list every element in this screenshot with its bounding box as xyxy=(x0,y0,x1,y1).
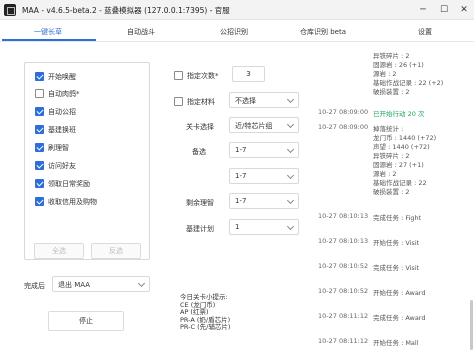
alternate-value: 1-7 xyxy=(235,146,247,154)
remaining-sanity-select[interactable]: 1-7 xyxy=(229,193,299,209)
log-time: 10-27 08:10:13 xyxy=(318,212,369,220)
log-message: 开始任务 : Award xyxy=(373,289,426,297)
stage-tips: 今日关卡小提示: CE (龙门币) AP (红票) PR-A (奶/盾芯片) P… xyxy=(180,293,231,332)
log-time: 10-27 08:11:12 xyxy=(318,312,369,320)
checkbox-unchecked-icon[interactable] xyxy=(35,89,44,98)
log-time: 10-27 08:10:52 xyxy=(318,262,369,270)
task-label: 自动肉鸽* xyxy=(48,90,80,98)
chevron-down-icon xyxy=(286,171,295,180)
remaining-sanity-label: 剩余理智 xyxy=(186,199,214,207)
chevron-down-icon xyxy=(286,120,295,129)
tab-one-click[interactable]: 一键长草 xyxy=(34,27,62,37)
log-time: 10-27 08:10:13 xyxy=(318,237,369,245)
task-list-panel: 开始唤醒 自动肉鸽* 自动公招 基建换班 刷理智 访问好友 领取日常奖励 收取信… xyxy=(24,62,150,260)
tab-auto-battle[interactable]: 自动战斗 xyxy=(127,27,155,37)
stop-button[interactable]: 停止 xyxy=(48,311,124,331)
completion-label: 完成后 xyxy=(24,282,45,290)
tip-line: PR-C (先/辅芯片) xyxy=(180,323,231,331)
invert-selection-button[interactable]: 反选 xyxy=(91,243,141,259)
chevron-down-icon xyxy=(286,196,295,205)
window-title: MAA - v4.6.5-beta.2 - 蓝叠模拟器 (127.0.0.1:7… xyxy=(22,6,230,15)
log-stat: 破损装置 : 2 xyxy=(373,188,410,196)
chevron-down-icon xyxy=(286,145,295,154)
log-message: 开始任务 : Visit xyxy=(373,239,420,247)
material-select[interactable]: 不选择 xyxy=(229,92,299,108)
active-tab-indicator xyxy=(2,39,96,41)
checkbox-checked-icon[interactable] xyxy=(35,107,44,116)
tab-depot[interactable]: 仓库识别 beta xyxy=(300,27,346,37)
select-all-button[interactable]: 全选 xyxy=(34,243,84,259)
chevron-down-icon xyxy=(137,279,146,288)
log-time: 10-27 08:11:12 xyxy=(318,337,369,345)
chevron-down-icon xyxy=(286,95,295,104)
app-logo-icon xyxy=(4,4,16,16)
base-plan-label: 基建计划 xyxy=(186,225,214,233)
log-stat: 破损装置 : 2 xyxy=(373,88,410,96)
main-tabs: 一键长草 自动战斗 公招识别 仓库识别 beta 设置 xyxy=(0,22,474,42)
log-message: 已开始行动 20 次 xyxy=(373,110,425,118)
stage-label: 关卡选择 xyxy=(186,123,214,131)
log-time: 10-27 08:09:00 xyxy=(318,108,369,116)
specify-material-label: 指定材料 xyxy=(187,98,215,106)
maximize-button[interactable]: ☐ xyxy=(436,3,452,17)
checkbox-checked-icon[interactable] xyxy=(35,125,44,134)
log-time: 10-27 08:10:52 xyxy=(318,287,369,295)
stage-select[interactable]: 近/特芯片组 xyxy=(229,117,299,133)
completion-select[interactable]: 退出 MAA xyxy=(52,276,150,292)
log-message: 完成任务 : Visit xyxy=(373,264,420,272)
tab-recruit[interactable]: 公招识别 xyxy=(220,27,248,37)
completion-value: 退出 MAA xyxy=(58,281,91,289)
specify-count-label: 指定次数* xyxy=(187,72,219,80)
task-label: 刷理智 xyxy=(48,144,69,152)
log-time: 10-27 08:09:00 xyxy=(318,123,369,131)
checkbox-checked-icon[interactable] xyxy=(35,161,44,170)
checkbox-checked-icon[interactable] xyxy=(35,72,44,81)
task-label: 领取日常奖励 xyxy=(48,180,90,188)
task-label: 自动公招 xyxy=(48,108,76,116)
tab-settings[interactable]: 设置 xyxy=(418,27,432,37)
base-plan-value: 1 xyxy=(235,223,240,231)
checkbox-checked-icon[interactable] xyxy=(35,143,44,152)
log-message: 开始任务 : Mall xyxy=(373,339,419,347)
alternate-label: 备选 xyxy=(192,148,206,156)
log-scrollbar[interactable] xyxy=(470,300,473,350)
checkbox-checked-icon[interactable] xyxy=(35,197,44,206)
base-plan-select[interactable]: 1 xyxy=(229,219,299,235)
task-label: 基建换班 xyxy=(48,126,76,134)
checkbox-checked-icon[interactable] xyxy=(35,179,44,188)
log-message: 完成任务 : Fight xyxy=(373,214,422,222)
log-panel: 异铁碎片 : 2 固源岩 : 26 (+1) 源岩 : 2 基础作战记录 : 2… xyxy=(318,50,466,350)
close-button[interactable]: ✕ xyxy=(456,3,472,17)
remaining-sanity-value: 1-7 xyxy=(235,197,247,205)
task-label: 开始唤醒 xyxy=(48,73,76,81)
title-bar: MAA - v4.6.5-beta.2 - 蓝叠模拟器 (127.0.0.1:7… xyxy=(0,0,474,20)
task-label: 收取信用及购物 xyxy=(48,198,97,206)
minimize-button[interactable]: ─ xyxy=(415,3,431,17)
count-input[interactable]: 3 xyxy=(232,66,265,82)
alternate-stage-select-2[interactable]: 1-7 xyxy=(229,168,299,184)
log-message: 完成任务 : Award xyxy=(373,314,426,322)
alternate-stage-select-1[interactable]: 1-7 xyxy=(229,142,299,158)
task-label: 访问好友 xyxy=(48,162,76,170)
stage-value: 近/特芯片组 xyxy=(235,122,273,130)
material-value: 不选择 xyxy=(235,97,256,105)
checkbox-unchecked-icon[interactable] xyxy=(174,97,183,106)
chevron-down-icon xyxy=(286,222,295,231)
alternate-value: 1-7 xyxy=(235,172,247,180)
checkbox-unchecked-icon[interactable] xyxy=(174,71,183,80)
